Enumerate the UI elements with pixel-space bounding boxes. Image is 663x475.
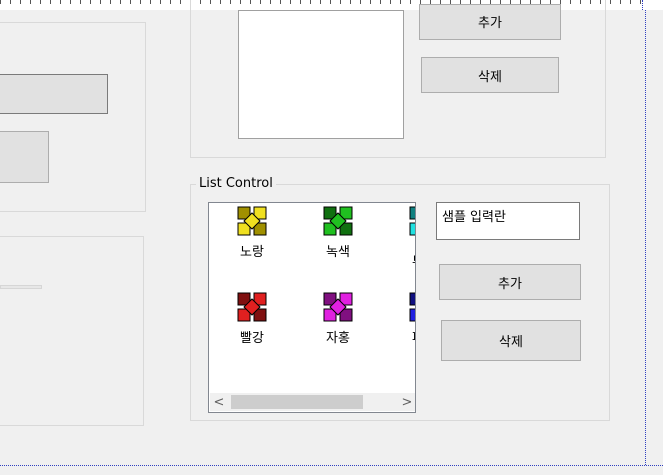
delete-button-label: 삭제 [499,335,523,350]
list-item[interactable]: 빨강 [222,291,282,346]
upper-delete-button-label: 삭제 [478,69,502,85]
list-item[interactable]: 녹색 [308,205,368,260]
list-item-label: 녹색 [326,245,350,260]
scroll-thumb[interactable] [231,395,363,409]
cut-label-2: 파 [412,327,415,346]
list-item[interactable]: 자홍 [308,291,368,346]
delete-button[interactable]: 삭제 [441,320,581,361]
yellow-flower-icon [237,206,267,236]
red-flower-icon [237,292,267,322]
scroll-left-arrow[interactable]: < [210,393,228,411]
upper-list-box[interactable] [238,10,404,139]
upper-add-button[interactable]: 추가 [419,4,561,40]
list-item[interactable] [394,291,415,327]
design-guide-horizontal [0,465,663,466]
cyan-flower-icon [409,206,415,236]
blue-flower-icon [409,292,415,322]
list-control-title: List Control [196,176,276,192]
add-button[interactable]: 추가 [439,264,581,300]
left-group-bottom [0,236,144,426]
scroll-right-arrow[interactable]: > [398,393,415,411]
add-button-label: 추가 [498,276,522,292]
list-item[interactable]: 노랑 [222,205,282,260]
magenta-flower-icon [323,292,353,322]
left-button-small[interactable] [0,131,49,183]
left-button-wide[interactable] [0,74,108,114]
horizontal-scrollbar[interactable]: < > [210,393,415,411]
list-item-label: 자홍 [326,331,350,346]
list-control[interactable]: 노랑 녹색빨강 자홍 부 파 < > [208,202,416,413]
upper-delete-button[interactable]: 삭제 [421,57,559,93]
list-item[interactable] [394,205,415,241]
design-guide-vertical [645,10,646,465]
slider-track[interactable] [0,285,42,289]
green-flower-icon [323,206,353,236]
upper-add-button-label: 추가 [478,16,502,31]
list-item-label: 노랑 [240,245,264,260]
cut-label-1: 부 [412,251,415,270]
left-group-top [0,22,146,212]
list-item-label: 빨강 [240,331,264,346]
sample-input[interactable]: 샘플 입력란 [436,202,580,240]
ruler-corner [642,0,663,10]
